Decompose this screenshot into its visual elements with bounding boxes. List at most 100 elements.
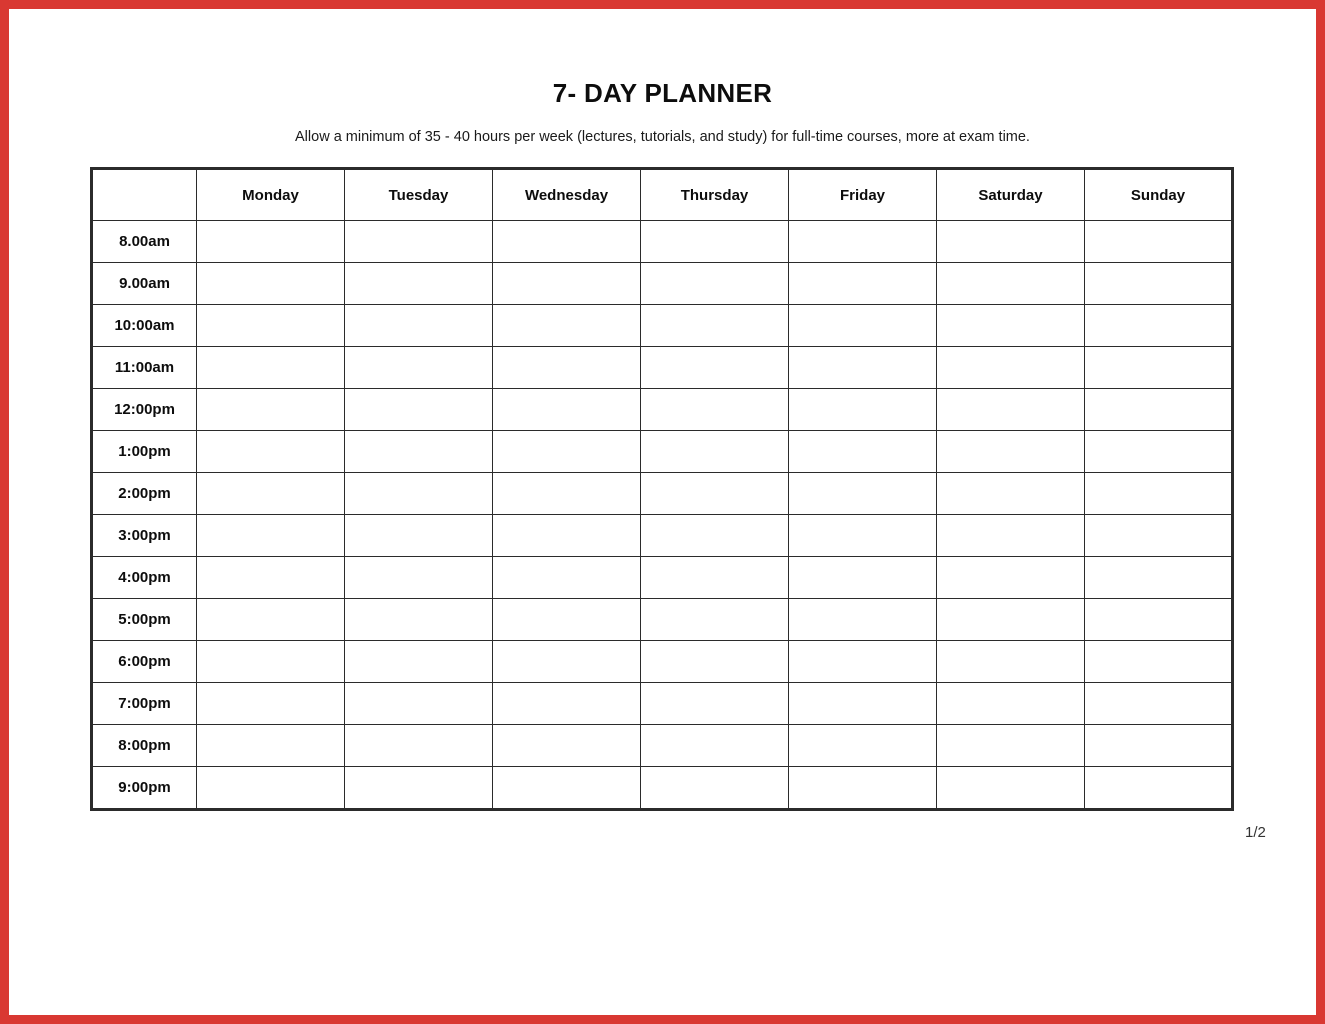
- planner-slot-monday-13[interactable]: [196, 766, 345, 810]
- planner-slot-monday-6[interactable]: [196, 472, 345, 515]
- planner-slot-saturday-5[interactable]: [936, 430, 1085, 473]
- planner-slot-sunday-7[interactable]: [1084, 514, 1233, 557]
- planner-slot-friday-6[interactable]: [788, 472, 937, 515]
- planner-slot-sunday-0[interactable]: [1084, 220, 1233, 263]
- planner-slot-saturday-0[interactable]: [936, 220, 1085, 263]
- planner-slot-friday-4[interactable]: [788, 388, 937, 431]
- planner-slot-sunday-5[interactable]: [1084, 430, 1233, 473]
- planner-slot-monday-9[interactable]: [196, 598, 345, 641]
- planner-slot-wednesday-5[interactable]: [492, 430, 641, 473]
- planner-slot-wednesday-10[interactable]: [492, 640, 641, 683]
- planner-slot-saturday-7[interactable]: [936, 514, 1085, 557]
- planner-slot-tuesday-12[interactable]: [344, 724, 493, 767]
- planner-slot-wednesday-0[interactable]: [492, 220, 641, 263]
- planner-slot-friday-11[interactable]: [788, 682, 937, 725]
- planner-slot-wednesday-12[interactable]: [492, 724, 641, 767]
- planner-slot-tuesday-10[interactable]: [344, 640, 493, 683]
- planner-slot-thursday-12[interactable]: [640, 724, 789, 767]
- planner-slot-sunday-8[interactable]: [1084, 556, 1233, 599]
- planner-slot-thursday-1[interactable]: [640, 262, 789, 305]
- planner-slot-wednesday-6[interactable]: [492, 472, 641, 515]
- planner-slot-sunday-3[interactable]: [1084, 346, 1233, 389]
- planner-slot-friday-2[interactable]: [788, 304, 937, 347]
- planner-slot-wednesday-11[interactable]: [492, 682, 641, 725]
- planner-slot-friday-9[interactable]: [788, 598, 937, 641]
- planner-slot-thursday-9[interactable]: [640, 598, 789, 641]
- planner-slot-monday-2[interactable]: [196, 304, 345, 347]
- planner-slot-wednesday-8[interactable]: [492, 556, 641, 599]
- planner-slot-thursday-2[interactable]: [640, 304, 789, 347]
- planner-slot-sunday-11[interactable]: [1084, 682, 1233, 725]
- table-row: 2:00pm: [91, 472, 1233, 515]
- planner-slot-wednesday-9[interactable]: [492, 598, 641, 641]
- planner-slot-tuesday-11[interactable]: [344, 682, 493, 725]
- planner-slot-monday-1[interactable]: [196, 262, 345, 305]
- planner-slot-friday-1[interactable]: [788, 262, 937, 305]
- planner-slot-wednesday-2[interactable]: [492, 304, 641, 347]
- planner-slot-saturday-12[interactable]: [936, 724, 1085, 767]
- planner-slot-tuesday-0[interactable]: [344, 220, 493, 263]
- planner-slot-tuesday-2[interactable]: [344, 304, 493, 347]
- planner-slot-wednesday-13[interactable]: [492, 766, 641, 810]
- planner-slot-sunday-6[interactable]: [1084, 472, 1233, 515]
- planner-slot-saturday-6[interactable]: [936, 472, 1085, 515]
- planner-slot-wednesday-7[interactable]: [492, 514, 641, 557]
- planner-slot-friday-8[interactable]: [788, 556, 937, 599]
- planner-slot-wednesday-4[interactable]: [492, 388, 641, 431]
- planner-slot-sunday-4[interactable]: [1084, 388, 1233, 431]
- planner-slot-thursday-8[interactable]: [640, 556, 789, 599]
- planner-slot-monday-10[interactable]: [196, 640, 345, 683]
- planner-slot-friday-10[interactable]: [788, 640, 937, 683]
- planner-slot-sunday-2[interactable]: [1084, 304, 1233, 347]
- planner-slot-friday-7[interactable]: [788, 514, 937, 557]
- planner-slot-monday-7[interactable]: [196, 514, 345, 557]
- planner-slot-tuesday-13[interactable]: [344, 766, 493, 810]
- planner-slot-tuesday-7[interactable]: [344, 514, 493, 557]
- planner-slot-thursday-3[interactable]: [640, 346, 789, 389]
- planner-slot-thursday-10[interactable]: [640, 640, 789, 683]
- planner-slot-saturday-13[interactable]: [936, 766, 1085, 810]
- planner-slot-thursday-11[interactable]: [640, 682, 789, 725]
- planner-slot-sunday-12[interactable]: [1084, 724, 1233, 767]
- planner-slot-thursday-7[interactable]: [640, 514, 789, 557]
- planner-slot-friday-0[interactable]: [788, 220, 937, 263]
- planner-slot-saturday-4[interactable]: [936, 388, 1085, 431]
- planner-slot-sunday-1[interactable]: [1084, 262, 1233, 305]
- planner-slot-sunday-9[interactable]: [1084, 598, 1233, 641]
- planner-slot-wednesday-3[interactable]: [492, 346, 641, 389]
- planner-slot-saturday-8[interactable]: [936, 556, 1085, 599]
- planner-slot-thursday-4[interactable]: [640, 388, 789, 431]
- planner-slot-friday-12[interactable]: [788, 724, 937, 767]
- planner-slot-sunday-10[interactable]: [1084, 640, 1233, 683]
- planner-slot-tuesday-4[interactable]: [344, 388, 493, 431]
- planner-slot-sunday-13[interactable]: [1084, 766, 1233, 810]
- planner-slot-saturday-9[interactable]: [936, 598, 1085, 641]
- table-row: 9:00pm: [91, 766, 1233, 810]
- planner-slot-friday-3[interactable]: [788, 346, 937, 389]
- planner-slot-monday-0[interactable]: [196, 220, 345, 263]
- planner-slot-monday-12[interactable]: [196, 724, 345, 767]
- planner-slot-thursday-5[interactable]: [640, 430, 789, 473]
- planner-slot-saturday-3[interactable]: [936, 346, 1085, 389]
- planner-slot-tuesday-9[interactable]: [344, 598, 493, 641]
- planner-slot-saturday-2[interactable]: [936, 304, 1085, 347]
- planner-slot-saturday-10[interactable]: [936, 640, 1085, 683]
- planner-slot-tuesday-1[interactable]: [344, 262, 493, 305]
- planner-slot-friday-13[interactable]: [788, 766, 937, 810]
- planner-slot-monday-8[interactable]: [196, 556, 345, 599]
- planner-slot-thursday-0[interactable]: [640, 220, 789, 263]
- planner-slot-thursday-6[interactable]: [640, 472, 789, 515]
- planner-slot-thursday-13[interactable]: [640, 766, 789, 810]
- planner-slot-tuesday-8[interactable]: [344, 556, 493, 599]
- planner-slot-monday-11[interactable]: [196, 682, 345, 725]
- planner-slot-wednesday-1[interactable]: [492, 262, 641, 305]
- planner-slot-monday-4[interactable]: [196, 388, 345, 431]
- planner-slot-tuesday-3[interactable]: [344, 346, 493, 389]
- planner-slot-tuesday-5[interactable]: [344, 430, 493, 473]
- planner-slot-saturday-11[interactable]: [936, 682, 1085, 725]
- planner-slot-friday-5[interactable]: [788, 430, 937, 473]
- planner-slot-monday-5[interactable]: [196, 430, 345, 473]
- planner-slot-monday-3[interactable]: [196, 346, 345, 389]
- planner-slot-saturday-1[interactable]: [936, 262, 1085, 305]
- planner-slot-tuesday-6[interactable]: [344, 472, 493, 515]
